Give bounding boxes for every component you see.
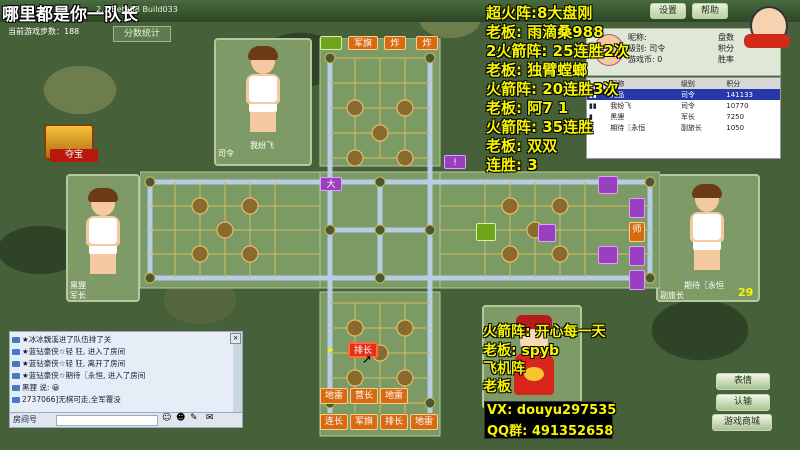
board-piece-mine-3[interactable]: 地雷: [410, 414, 438, 430]
chat-line: ★蓝钻豪侠☆轻 狂, 离开了房间: [10, 358, 242, 370]
board-piece-purple-1[interactable]: [598, 176, 618, 194]
info-winrate: 胜率: [718, 55, 734, 64]
chat-close-icon[interactable]: ×: [230, 333, 241, 344]
board-piece-purple-4[interactable]: [629, 246, 645, 266]
surrender-button[interactable]: 认输: [716, 394, 770, 411]
rank-name: 黑狸: [610, 112, 625, 121]
board-piece-purple-2[interactable]: [629, 198, 645, 218]
chat-scrollbar[interactable]: [233, 332, 242, 412]
board-piece-platoon[interactable]: 排长: [380, 414, 408, 430]
rank-level: 司令: [680, 101, 695, 110]
right-player-panel: 期待〖永恒 副旅长 29: [656, 174, 760, 302]
rank-header-level: 级别: [678, 78, 725, 89]
board-piece-flag[interactable]: 军旗: [348, 36, 378, 50]
left-player-rank: 军长: [70, 291, 86, 300]
smile-icon[interactable]: ☻: [176, 413, 185, 423]
right-player-avatar: [672, 184, 742, 272]
chat-messages: ★冰冰魏溪进了队伍排了关 ★蓝钻豪侠☆轻 狂, 进入了房间 ★蓝钻豪侠☆轻 狂,…: [10, 332, 242, 414]
right-player-name: 期待〖永恒: [684, 281, 724, 290]
arrow-indicator-icon: ➤: [326, 345, 335, 356]
board-piece-big[interactable]: 大: [320, 177, 342, 191]
rank-score: 1050: [726, 123, 745, 132]
overlay-lower-line: 飞机阵: [483, 361, 525, 377]
info-games: 盘数: [718, 33, 734, 42]
table-row[interactable]: ▮▮ 我纷飞 司令 10770: [587, 100, 780, 111]
overlay-lower-line: 老板: spyb: [483, 343, 559, 359]
info-level: 级别: 司令: [628, 44, 666, 53]
right-player-rank: 副旅长: [660, 291, 684, 300]
board-piece-division[interactable]: 师: [629, 222, 645, 242]
table-row[interactable]: ▮ 黑狸 军长 7250: [587, 111, 780, 122]
rank-score: 7250: [726, 112, 745, 121]
promo-vx: VX: douyu297535: [487, 403, 617, 418]
overlay-line: 2火箭阵: 25连胜2次: [486, 42, 629, 60]
board-piece-mine-1[interactable]: 地雷: [320, 388, 348, 404]
overlay-lower-line: 火箭阵: 开心每一天: [483, 324, 606, 340]
tool-icon[interactable]: ✎: [190, 413, 198, 423]
overlay-line: 老板: 雨滴桑988: [486, 23, 604, 41]
rank-name: 期待〖永恒: [610, 123, 646, 132]
chat-line: 黑狸 说: 😀: [10, 382, 242, 394]
chat-line: 2737066]无棋可走,全军覆没: [10, 394, 242, 406]
left-player-panel: 黑狸 军长: [66, 174, 140, 302]
chat-input-row: 房间号 ☺ ☻ ✎ ✉: [10, 412, 242, 427]
emoji-button[interactable]: 表情: [716, 373, 770, 390]
board-piece-flag-2[interactable]: 军旗: [350, 414, 378, 430]
chat-line: ★蓝钻豪侠☆期待〖永恒, 进入了房间: [10, 370, 242, 382]
rank-score: 141133: [724, 89, 780, 100]
board-piece-bomb[interactable]: 炸: [384, 36, 406, 50]
overlay-line: 连胜: 3: [486, 156, 538, 174]
promo-qq: QQ群: 491352658: [487, 424, 614, 439]
overlay-line: 火箭阵: 20连胜3次: [486, 80, 619, 98]
rank-level: 副旅长: [680, 123, 702, 132]
board-piece-purple-5[interactable]: [598, 246, 618, 264]
rank-level: 司令: [678, 89, 725, 100]
board-piece-battalion[interactable]: 营长: [350, 388, 378, 404]
board-piece-mine-2[interactable]: 地雷: [380, 388, 408, 404]
version-label: 2.1 Beta08 Build033: [96, 5, 178, 14]
promo-box: VX: douyu297535 QQ群: 491352658: [484, 401, 617, 439]
rank-header-score: 积分: [724, 78, 780, 89]
board-piece-purple-6[interactable]: [629, 270, 645, 290]
board-piece-bomb-2[interactable]: 炸: [416, 36, 438, 50]
step-counter: 当前游戏步数：188: [8, 27, 80, 36]
board-piece-company[interactable]: 连长: [320, 414, 348, 430]
treasure-label: 夺宝: [50, 149, 98, 162]
shop-button[interactable]: 游戏商城: [712, 414, 772, 431]
info-coin: 游戏币: 0: [628, 55, 663, 64]
help-button[interactable]: 帮助: [692, 3, 728, 19]
info-score: 积分: [718, 44, 734, 53]
chat-panel: ★冰冰魏溪进了队伍排了关 ★蓝钻豪侠☆轻 狂, 进入了房间 ★蓝钻豪侠☆轻 狂,…: [9, 331, 243, 428]
overlay-line: 老板: 双双: [486, 137, 558, 155]
board-piece-purple-3[interactable]: [538, 224, 556, 242]
settings-button[interactable]: 设置: [650, 3, 686, 19]
overlay-line: 老板: 阿7 1: [486, 99, 569, 117]
cursor-icon: ➚: [362, 352, 373, 366]
rank-badge-icon: ▮▮: [589, 101, 597, 110]
chat-line: ★蓝钻豪侠☆轻 狂, 进入了房间: [10, 346, 242, 358]
board-piece-green[interactable]: [320, 36, 342, 50]
emoji-icon[interactable]: ☺: [162, 413, 171, 423]
mascot-image: [744, 6, 790, 50]
room-label: 房间号: [13, 415, 37, 424]
overlay-lower-line: 老板: [483, 379, 511, 395]
rank-level: 军长: [680, 112, 695, 121]
board-piece-marker[interactable]: !: [444, 155, 466, 169]
board-piece-green-2[interactable]: [476, 223, 496, 241]
info-nick: 昵称:: [628, 33, 647, 42]
right-player-count: 29: [738, 286, 754, 299]
overlay-line: 老板: 独臂螳螂: [486, 61, 588, 79]
chat-input[interactable]: [56, 415, 158, 426]
send-icon[interactable]: ✉: [206, 413, 214, 423]
rank-score: 10770: [726, 101, 749, 110]
left-player-avatar: [68, 188, 138, 276]
overlay-line: 火箭阵: 35连胜: [486, 118, 594, 136]
overlay-line: 超火阵:8大盘刚: [486, 4, 593, 22]
table-row[interactable]: ▮ 期待〖永恒 副旅长 1050: [587, 122, 780, 133]
chat-line: ★冰冰魏溪进了队伍排了关: [10, 334, 242, 346]
rank-name: 我纷飞: [610, 101, 632, 110]
